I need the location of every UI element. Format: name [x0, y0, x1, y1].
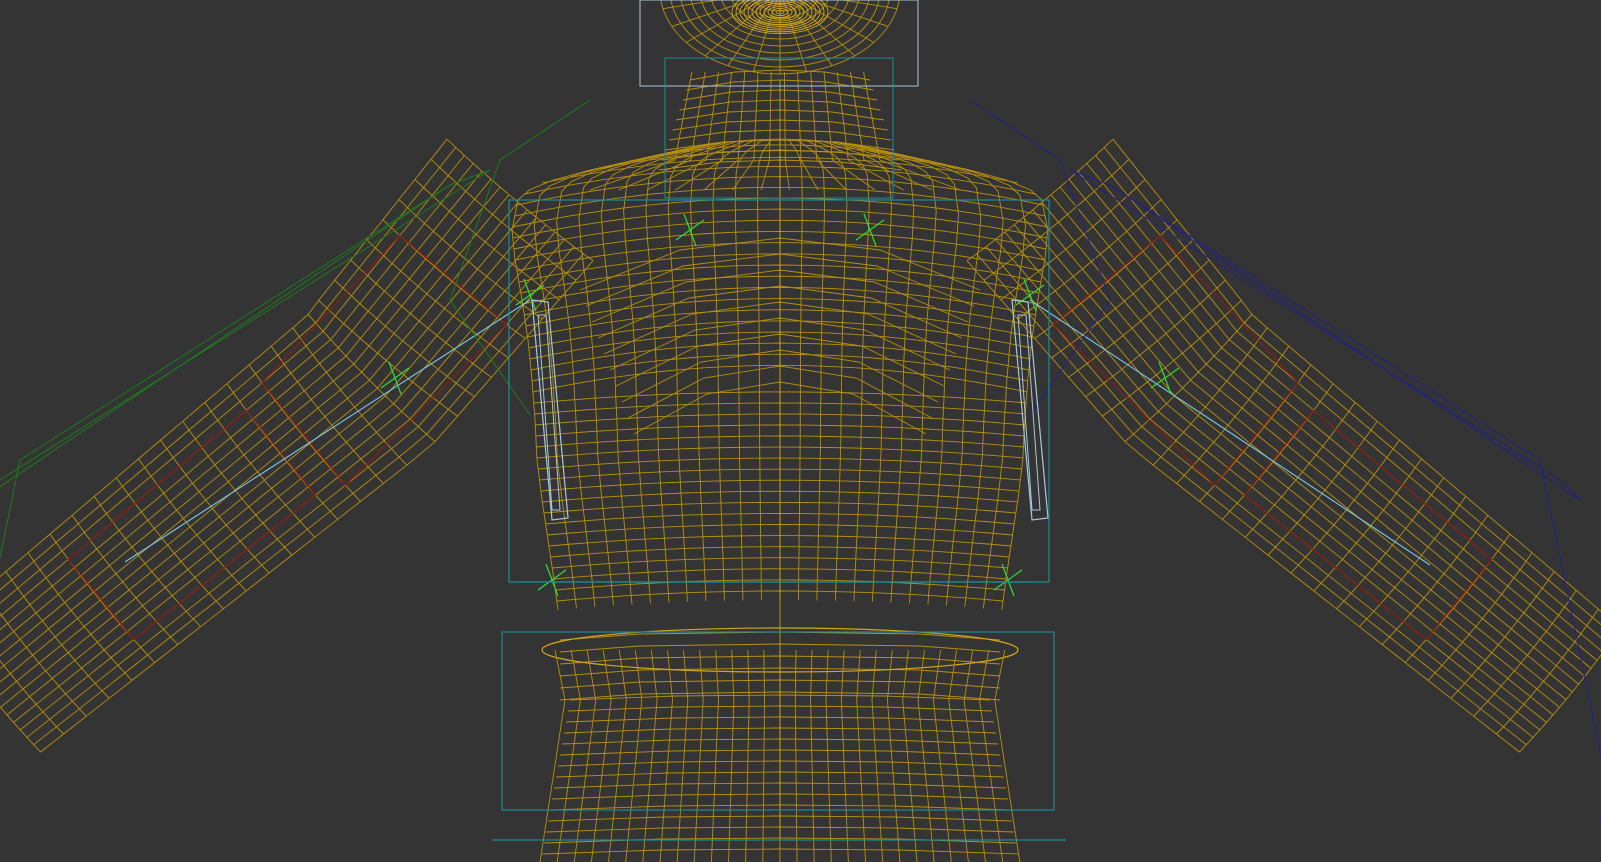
pelvis-meridian	[710, 649, 719, 862]
clavicle-gizmo	[969, 99, 1111, 416]
arm-loop	[26, 246, 575, 738]
arm-gizmo-edge	[0, 184, 451, 560]
wireframe-scene[interactable]	[0, 0, 1601, 862]
torso-meridian	[787, 139, 803, 601]
arm-loop	[966, 260, 1520, 753]
arm-loop	[13, 231, 556, 723]
neck-meridian	[823, 71, 876, 191]
neck-meridian	[783, 71, 790, 191]
arm-loop	[33, 253, 584, 746]
arm-loop	[0, 202, 519, 683]
neck-meridian	[589, 71, 693, 191]
head-spoke	[727, 0, 774, 66]
arm-loop	[0, 209, 528, 696]
3d-viewport[interactable]	[0, 0, 1601, 862]
pelvis-meridian	[856, 649, 867, 862]
torso-meridian	[757, 139, 772, 601]
torso-meridian	[838, 142, 937, 604]
arm-loop	[1086, 163, 1601, 652]
bone-marker	[863, 213, 877, 247]
character-body-mesh[interactable]	[0, 0, 1601, 862]
pelvis-meridian	[917, 649, 935, 862]
bone-marker	[1001, 563, 1015, 597]
bone-marker	[683, 213, 697, 247]
arm-loop	[995, 239, 1541, 731]
arm-loop	[0, 163, 474, 618]
arm-loop	[1013, 224, 1554, 716]
pelvis-meridian	[810, 649, 815, 862]
arm-gizmo-box	[0, 169, 491, 488]
arm-loop	[976, 253, 1527, 746]
arm-gizmo-box	[1069, 169, 1581, 501]
torso-meridian	[846, 143, 959, 605]
arm-loop	[0, 186, 501, 657]
arm-loop	[1112, 138, 1601, 612]
arm-loop	[40, 260, 594, 753]
arm-loop	[1004, 231, 1547, 723]
arm-loop	[6, 224, 547, 716]
pelvis-meridian	[979, 649, 1004, 862]
pelvis-meridian	[625, 649, 643, 862]
torso-meridian	[623, 142, 722, 604]
pelvis-meridian	[728, 649, 735, 862]
pelvis-meridian	[762, 649, 766, 862]
arm-bone-link	[124, 299, 531, 563]
pelvis-meridian	[825, 649, 832, 862]
arm-loop	[0, 155, 465, 604]
arm-loop	[1095, 155, 1601, 639]
arm-ring	[0, 660, 64, 735]
torso-meridian	[600, 143, 714, 605]
torso-meridian	[578, 144, 706, 606]
neck-meridian	[646, 71, 719, 191]
neck-meridian	[675, 71, 733, 191]
arm-ring	[1519, 654, 1601, 753]
neck-meridian	[863, 71, 961, 191]
torso-meridian	[712, 139, 756, 601]
pelvis-meridian	[840, 649, 849, 862]
torso-meridian	[854, 144, 982, 606]
pelvis-meridian	[745, 649, 750, 862]
neck-meridian	[618, 71, 706, 191]
clavicle-gizmo	[449, 99, 591, 416]
arm-loop	[19, 239, 565, 731]
bone-marker	[523, 278, 537, 312]
arm-gizmo-edge	[1109, 184, 1601, 821]
pelvis-meridian	[693, 649, 704, 862]
pelvis-meridian	[556, 649, 581, 862]
head-bone-box	[639, 0, 919, 87]
neck-meridian	[849, 71, 933, 191]
pelvis-meridian	[794, 649, 798, 862]
arm-loop	[985, 246, 1534, 738]
torso-meridian	[804, 139, 848, 601]
head-spoke	[786, 0, 833, 66]
